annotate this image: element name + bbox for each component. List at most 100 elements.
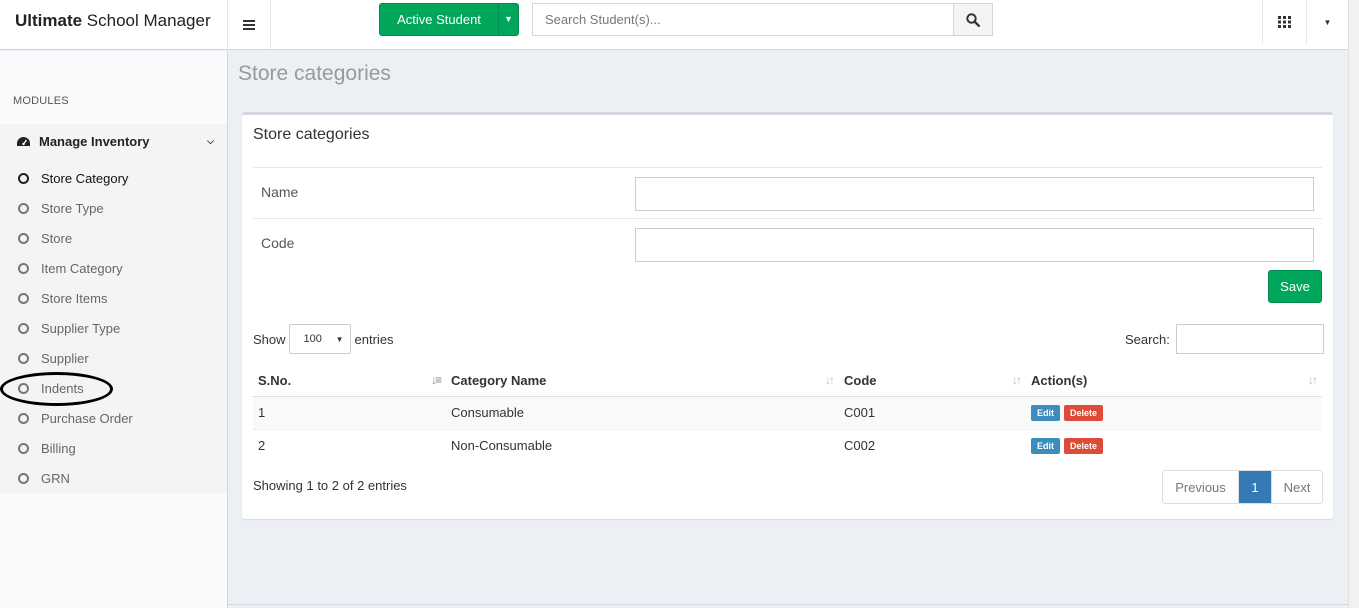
top-navbar: Ultimate School Manager Active Student ▼… xyxy=(0,0,1348,50)
sidebar-item-label: Purchase Order xyxy=(41,410,133,426)
table-search-input[interactable] xyxy=(1175,324,1324,354)
previous-page-button[interactable]: Previous xyxy=(1163,471,1239,503)
brand-bold: Ultimate xyxy=(15,11,83,30)
name-field[interactable] xyxy=(635,177,1314,211)
cell-actions: Edit Delete xyxy=(1026,395,1322,429)
apps-grid-icon[interactable] xyxy=(1262,0,1307,44)
sidebar-item-store-items[interactable]: Store Items xyxy=(18,288,107,308)
chevron-down-icon: ⌵ xyxy=(207,136,214,146)
page-title: Store categories xyxy=(238,62,391,85)
circle-icon xyxy=(18,292,29,304)
sidebar-item-store-type[interactable]: Store Type xyxy=(18,198,104,218)
column-header-code[interactable]: Code ↓↑ xyxy=(839,366,1026,397)
table-row: 2 Non-Consumable C002 Edit Delete xyxy=(253,428,1322,462)
header-label: Code xyxy=(844,373,877,389)
sidebar-item-grn[interactable]: GRN xyxy=(18,468,70,488)
sidebar-item-label: Supplier xyxy=(41,350,89,366)
header-label: S.No. xyxy=(258,373,292,389)
delete-button[interactable]: Delete xyxy=(1064,405,1104,421)
cell-category-name: Consumable xyxy=(446,395,839,429)
brand-logo[interactable]: Ultimate School Manager xyxy=(0,0,228,50)
sidebar-item-store[interactable]: Store xyxy=(18,228,72,248)
sidebar-item-manage-inventory[interactable]: Manage Inventory ⌵ xyxy=(16,134,214,149)
caret-down-icon: ▼ xyxy=(335,334,344,344)
header-label: Action(s) xyxy=(1031,373,1088,389)
footer-divider xyxy=(228,604,1348,605)
sidebar-item-label: Store xyxy=(41,230,73,246)
cell-sno: 1 xyxy=(253,395,446,429)
table-info: Showing 1 to 2 of 2 entries xyxy=(253,478,407,493)
column-header-sno[interactable]: S.No. ↓≡ xyxy=(253,366,446,397)
sidebar-item-label: Billing xyxy=(41,440,76,456)
cell-actions: Edit Delete xyxy=(1026,428,1322,462)
categories-table: S.No. ↓≡ Category Name ↓↑ Code ↓↑ Action(s)… xyxy=(253,366,1322,462)
circle-icon xyxy=(18,202,29,214)
sort-asc-icon: ↓≡ xyxy=(430,373,442,387)
entries-select[interactable]: 100 ▼ xyxy=(288,324,351,354)
sidebar-item-label: Item Category xyxy=(41,260,123,276)
entries-value: 100 xyxy=(303,333,322,345)
cell-category-name: Non-Consumable xyxy=(446,428,839,462)
circle-icon xyxy=(18,352,29,364)
next-page-button[interactable]: Next xyxy=(1271,471,1322,503)
sidebar-section-header: MODULES xyxy=(13,95,69,107)
caret-down-icon[interactable]: ▼ xyxy=(498,4,518,35)
table-search-label: Search: xyxy=(1125,331,1170,347)
sidebar-item-item-category[interactable]: Item Category xyxy=(18,258,123,278)
sort-icon: ↓↑ xyxy=(1012,373,1022,387)
dashboard-icon xyxy=(17,136,30,146)
active-student-button[interactable]: Active Student ▼ xyxy=(379,3,519,36)
circle-icon xyxy=(18,262,29,274)
edit-button[interactable]: Edit xyxy=(1031,438,1060,455)
column-header-actions[interactable]: Action(s) ↓↑ xyxy=(1026,366,1322,397)
page-scrollbar[interactable] xyxy=(1348,0,1359,608)
search-button[interactable] xyxy=(953,3,993,36)
search-icon xyxy=(966,12,980,27)
column-header-category-name[interactable]: Category Name ↓↑ xyxy=(446,366,839,397)
cell-code: C002 xyxy=(839,428,1026,462)
entries-length-control: Show 100 ▼ entries xyxy=(253,324,394,354)
sidebar-toggle-button[interactable] xyxy=(228,0,271,50)
sidebar-item-label: GRN xyxy=(41,470,70,486)
circle-icon xyxy=(18,442,29,454)
sidebar-item-label: Supplier Type xyxy=(41,320,121,336)
circle-icon xyxy=(18,472,29,484)
sidebar-item-supplier[interactable]: Supplier xyxy=(18,348,89,368)
page-1-button[interactable]: 1 xyxy=(1239,471,1271,503)
brand-rest: School Manager xyxy=(82,11,211,30)
code-field[interactable] xyxy=(635,228,1314,262)
pagination: Previous 1 Next xyxy=(1162,470,1323,504)
sidebar-group-inventory: Manage Inventory ⌵ Store Category Store … xyxy=(0,124,227,493)
annotation-ellipse xyxy=(0,372,113,406)
sidebar-item-label: Store Category xyxy=(41,170,129,186)
sidebar-item-supplier-type[interactable]: Supplier Type xyxy=(18,318,120,338)
name-label: Name xyxy=(261,184,299,200)
sidebar-item-label: Store Type xyxy=(41,200,104,216)
sidebar: MODULES Manage Inventory ⌵ Store Categor… xyxy=(0,51,228,608)
menu-icon xyxy=(243,20,255,30)
table-search-control: Search: xyxy=(1125,324,1324,354)
table-row: 1 Consumable C001 Edit Delete xyxy=(253,395,1322,429)
circle-icon xyxy=(18,232,29,244)
sidebar-item-label: Store Items xyxy=(41,290,108,306)
circle-icon xyxy=(18,172,29,184)
entries-label: entries xyxy=(354,331,394,347)
sidebar-item-purchase-order[interactable]: Purchase Order xyxy=(18,408,133,428)
student-search-input[interactable] xyxy=(532,3,954,36)
sidebar-item-billing[interactable]: Billing xyxy=(18,438,76,458)
sort-icon: ↓↑ xyxy=(825,373,835,387)
header-label: Category Name xyxy=(451,373,547,389)
divider xyxy=(253,167,1322,168)
circle-icon xyxy=(18,412,29,424)
save-button[interactable]: Save xyxy=(1268,270,1322,303)
table-header-row: S.No. ↓≡ Category Name ↓↑ Code ↓↑ Action(s)… xyxy=(253,366,1322,397)
divider xyxy=(253,218,1322,219)
store-categories-box: Store categories Name Code Save Show 100… xyxy=(242,112,1333,519)
manage-inventory-label: Manage Inventory xyxy=(39,134,150,149)
box-title: Store categories xyxy=(253,126,370,143)
sidebar-item-store-category[interactable]: Store Category xyxy=(18,168,128,188)
show-label: Show xyxy=(253,331,286,347)
user-dropdown-caret-icon[interactable]: ▼ xyxy=(1307,0,1348,44)
edit-button[interactable]: Edit xyxy=(1031,405,1060,421)
delete-button[interactable]: Delete xyxy=(1064,438,1104,455)
